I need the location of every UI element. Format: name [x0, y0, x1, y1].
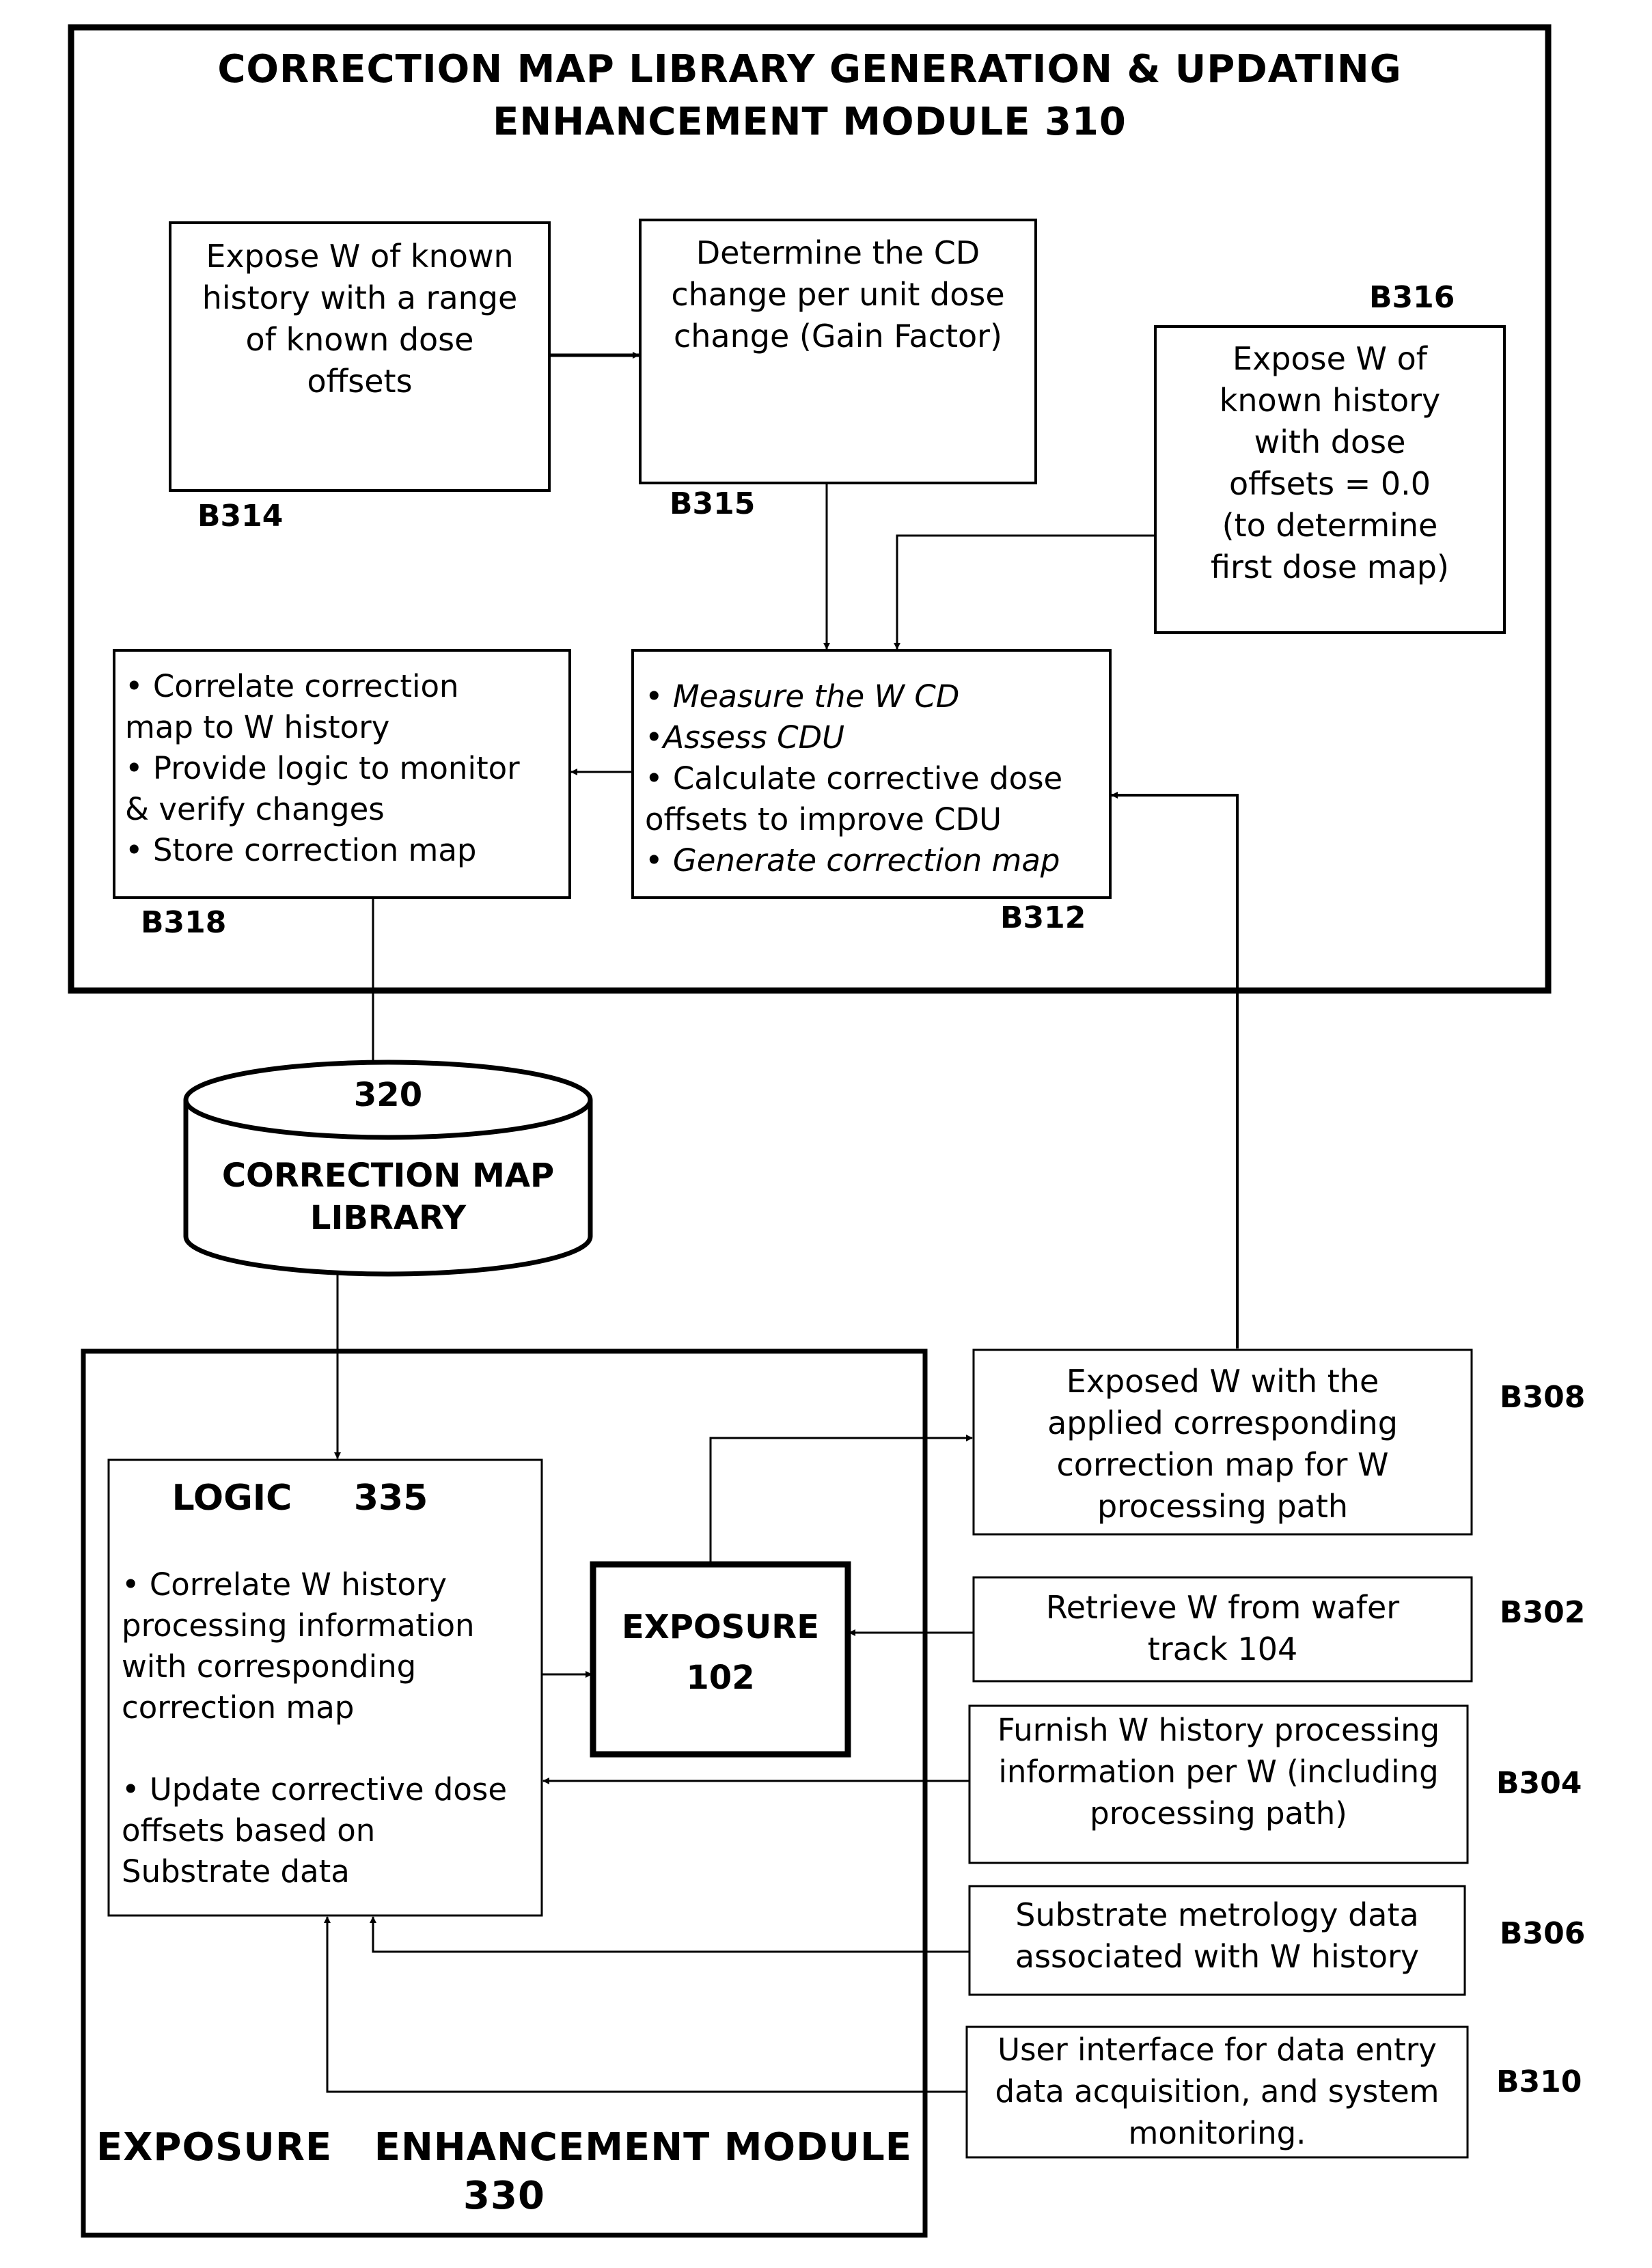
library-320-number: 320	[353, 1076, 423, 1114]
block-b308-line: Exposed W with the	[1066, 1363, 1379, 1400]
block-b310-label: B310	[1496, 2064, 1582, 2099]
logic-335-line: correction map	[122, 1689, 355, 1726]
block-b314-line: Expose W of known	[206, 238, 514, 275]
arrow-b310-to-logic	[324, 1916, 967, 2093]
block-b312-line: •Assess CDU	[645, 719, 845, 756]
logic-335-line: • Correlate W history	[122, 1566, 447, 1603]
block-b316-line: known history	[1219, 382, 1441, 419]
block-b308-line: correction map for W	[1056, 1446, 1389, 1483]
block-b318-label: B318	[141, 905, 227, 940]
arrow-exposure-to-b308	[709, 1435, 973, 1564]
block-b318-line: map to W history	[125, 709, 390, 745]
library-320-line2: LIBRARY	[309, 1199, 467, 1237]
block-b316-line: (to determine	[1222, 507, 1438, 544]
block-b315-line: change (Gain Factor)	[673, 318, 1002, 355]
block-b306-label: B306	[1500, 1916, 1586, 1951]
block-b312: • Measure the W CD •Assess CDU • Calcula…	[645, 676, 1116, 881]
logic-335-line: processing information	[122, 1607, 475, 1644]
block-b302-line: track 104	[1147, 1631, 1298, 1668]
logic-335-line: • Update corrective dose	[122, 1771, 508, 1808]
block-b316-line: Expose W of	[1233, 340, 1427, 377]
module-310-title-line2: ENHANCEMENT MODULE 310	[493, 100, 1127, 145]
block-b318: • Correlate correction map to W history …	[125, 666, 569, 871]
block-b306-line: associated with W history	[1015, 1938, 1420, 1975]
block-b315-line: change per unit dose	[671, 276, 1005, 313]
block-b310-line: User interface for data entry	[997, 2032, 1437, 2068]
logic-335-line: offsets based on	[122, 1812, 376, 1849]
block-b314-line: offsets	[307, 363, 413, 400]
module-330-title-line2: 330	[463, 2174, 545, 2219]
logic-335-heading: LOGIC 335	[171, 1478, 428, 1519]
block-b318-line: • Provide logic to monitor	[125, 750, 520, 786]
block-b308-label: B308	[1500, 1380, 1586, 1415]
block-b316-line: with dose	[1254, 424, 1406, 460]
block-b304-label: B304	[1496, 1766, 1582, 1801]
block-b316-line: first dose map)	[1211, 549, 1449, 585]
block-b304: Furnish W history processing information…	[969, 1709, 1468, 1834]
block-b318-line: • Store correction map	[125, 832, 477, 868]
block-b314-line: of known dose	[245, 321, 474, 358]
logic-335-body: • Correlate W history processing informa…	[122, 1564, 542, 1892]
block-b310: User interface for data entry data acqui…	[967, 2029, 1468, 2154]
block-b302-label: B302	[1500, 1595, 1586, 1630]
block-b308-line: applied corresponding	[1047, 1405, 1398, 1441]
module-310-title: CORRECTION MAP LIBRARY GENERATION & UPDA…	[71, 46, 1548, 145]
module-310-title-line1: CORRECTION MAP LIBRARY GENERATION & UPDA…	[217, 47, 1402, 92]
library-320-line1: CORRECTION MAP	[221, 1157, 555, 1195]
block-b315-line: Determine the CD	[696, 234, 980, 271]
block-b312-line: offsets to improve CDU	[645, 801, 1002, 838]
block-b306-line: Substrate metrology data	[1015, 1896, 1419, 1933]
logic-335-line: Substrate data	[122, 1853, 350, 1890]
block-b316-line: offsets = 0.0	[1228, 465, 1431, 502]
library-320-label: CORRECTION MAP LIBRARY	[186, 1154, 590, 1239]
block-b306: Substrate metrology data associated with…	[969, 1894, 1465, 1978]
block-b316-label: B316	[1369, 280, 1455, 315]
module-330-title: EXPOSURE ENHANCEMENT MODULE 330	[83, 2125, 925, 2219]
block-b302: Retrieve W from wafer track 104	[974, 1587, 1472, 1670]
block-b304-line: processing path)	[1090, 1795, 1347, 1831]
block-b314-line: history with a range	[202, 279, 518, 316]
block-b308-line: processing path	[1097, 1488, 1349, 1525]
block-b312-line: • Measure the W CD	[645, 678, 960, 715]
block-b302-line: Retrieve W from wafer	[1045, 1589, 1400, 1626]
logic-335-line	[122, 1728, 542, 1769]
block-b308: Exposed W with the applied corresponding…	[974, 1361, 1472, 1527]
block-b316: Expose W of known history with dose offs…	[1155, 338, 1504, 588]
block-b315-label: B315	[670, 486, 756, 521]
block-b312-line: • Calculate corrective dose	[645, 760, 1063, 797]
module-330-title-line1: EXPOSURE ENHANCEMENT MODULE	[96, 2125, 913, 2170]
arrow-b308-to-b312	[1111, 792, 1239, 1349]
arrow-b316-to-b312	[894, 534, 1155, 650]
logic-335-line: with corresponding	[122, 1648, 417, 1685]
block-b315: Determine the CD change per unit dose ch…	[640, 232, 1036, 357]
block-b310-line: data acquisition, and system	[995, 2073, 1440, 2110]
block-b318-line: & verify changes	[125, 791, 385, 827]
exposure-102-line1: EXPOSURE	[621, 1608, 820, 1646]
block-b304-line: information per W (including	[998, 1754, 1439, 1790]
arrow-b306-to-logic	[370, 1916, 969, 1953]
block-b312-label: B312	[1000, 900, 1086, 935]
block-b318-line: • Correlate correction	[125, 668, 459, 704]
block-b310-line: monitoring.	[1128, 2115, 1306, 2151]
exposure-102-line2: 102	[686, 1659, 755, 1697]
block-b314-label: B314	[197, 499, 284, 534]
exposure-102: EXPOSURE 102	[593, 1602, 848, 1703]
block-b314: Expose W of known history with a range o…	[170, 236, 549, 402]
block-b304-line: Furnish W history processing	[997, 1712, 1440, 1748]
block-b312-line: • Generate correction map	[645, 842, 1060, 879]
